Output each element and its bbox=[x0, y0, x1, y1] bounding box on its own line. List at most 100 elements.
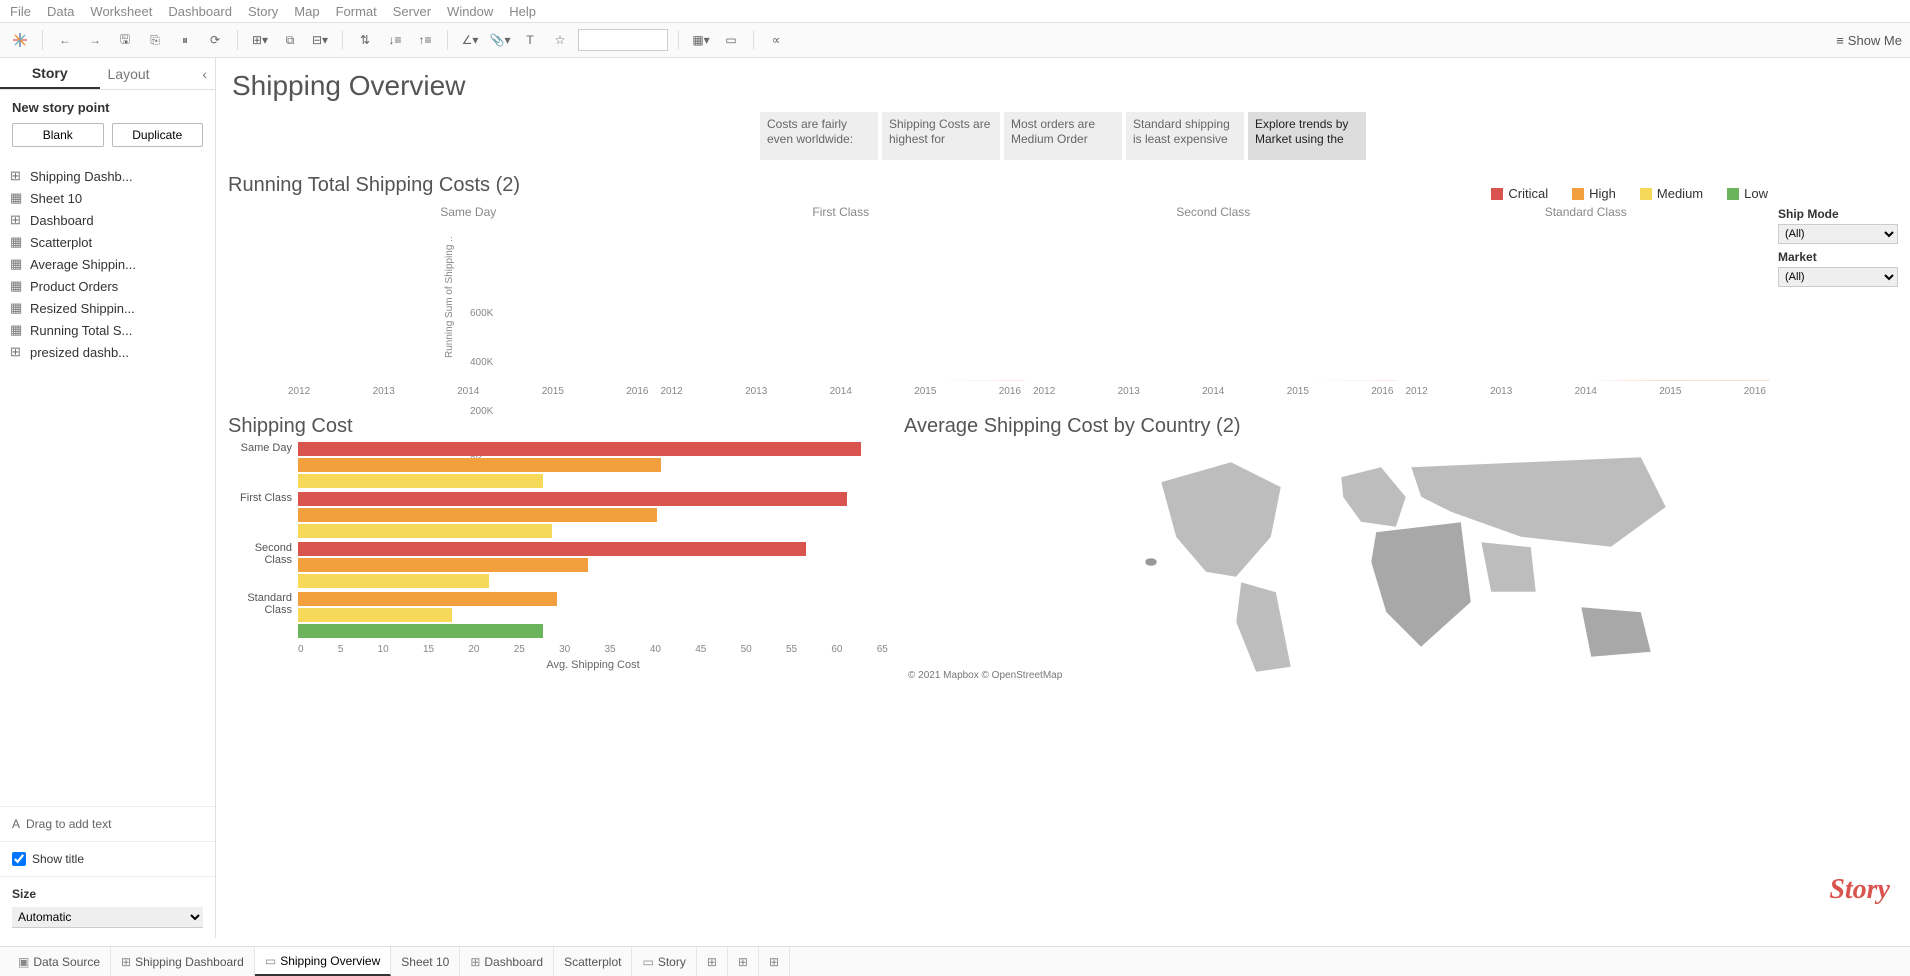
duplicate-icon[interactable]: ⧉ bbox=[278, 28, 302, 52]
tableau-logo-icon[interactable] bbox=[8, 28, 32, 52]
menu-worksheet[interactable]: Worksheet bbox=[90, 4, 152, 18]
filter-market-select[interactable]: (All) bbox=[1778, 267, 1898, 287]
bar-segment[interactable] bbox=[298, 592, 557, 606]
sidebar-item[interactable]: ▦Resized Shippin... bbox=[10, 297, 205, 319]
bar-segment[interactable] bbox=[298, 558, 588, 572]
drag-text-hint[interactable]: ADrag to add text bbox=[0, 806, 215, 841]
sidebar-item[interactable]: ⊞presized dashb... bbox=[10, 341, 205, 363]
size-label: Size bbox=[12, 887, 203, 901]
presentation-icon[interactable]: ▭ bbox=[719, 28, 743, 52]
bar-segment[interactable] bbox=[298, 524, 552, 538]
size-select[interactable]: Automatic bbox=[12, 907, 203, 928]
tab-layout[interactable]: Layout‹ bbox=[100, 58, 216, 89]
bar-segment[interactable] bbox=[298, 608, 452, 622]
text-icon[interactable]: T bbox=[518, 28, 542, 52]
sidebar-item[interactable]: ▦Product Orders bbox=[10, 275, 205, 297]
pause-icon[interactable]: ⏸ bbox=[173, 28, 197, 52]
bar-segment[interactable] bbox=[298, 492, 847, 506]
forward-icon[interactable]: → bbox=[83, 28, 107, 52]
legend-label-medium: Medium bbox=[1657, 186, 1703, 201]
sidebar-item-label: Shipping Dashb... bbox=[30, 169, 133, 184]
fit-icon[interactable]: ▦▾ bbox=[689, 28, 713, 52]
sheet-tab[interactable]: ▭Story bbox=[632, 947, 696, 976]
back-icon[interactable]: ← bbox=[53, 28, 77, 52]
sheet-tab[interactable]: Scatterplot bbox=[554, 947, 632, 976]
new-datasource-icon[interactable]: ⎘ bbox=[143, 28, 167, 52]
watermark: Story bbox=[1829, 874, 1890, 906]
save-icon[interactable]: 🖫 bbox=[113, 28, 137, 52]
tab-label: Scatterplot bbox=[564, 955, 621, 969]
running-total-chart[interactable]: Same Day20122013201420152016First Class2… bbox=[284, 205, 1770, 397]
highlight-icon[interactable]: ∠▾ bbox=[458, 28, 482, 52]
menu-window[interactable]: Window bbox=[447, 4, 493, 18]
bar-row-label: Second Class bbox=[228, 542, 298, 566]
sheet-tab[interactable]: ⊞Shipping Dashboard bbox=[111, 947, 255, 976]
menu-help[interactable]: Help bbox=[509, 4, 536, 18]
world-map[interactable] bbox=[904, 442, 1898, 682]
menu-story[interactable]: Story bbox=[248, 4, 278, 18]
legend-label-critical: Critical bbox=[1508, 186, 1548, 201]
sheet-tabs: ▣Data Source⊞Shipping Dashboard▭Shipping… bbox=[0, 946, 1910, 976]
new-worksheet-icon[interactable]: ⊞▾ bbox=[248, 28, 272, 52]
sidebar-item[interactable]: ▦Average Shippin... bbox=[10, 253, 205, 275]
legend-swatch-high bbox=[1572, 188, 1584, 200]
sidebar-item[interactable]: ▦Sheet 10 bbox=[10, 187, 205, 209]
legend-swatch-low bbox=[1727, 188, 1739, 200]
sidebar-item-label: Product Orders bbox=[30, 279, 118, 294]
new-story-button[interactable]: ⊞ bbox=[759, 947, 790, 976]
sheet-tab[interactable]: ▣Data Source bbox=[8, 947, 111, 976]
tab-label: Shipping Dashboard bbox=[135, 955, 244, 969]
tab-icon: ▣ bbox=[18, 955, 29, 969]
bar-segment[interactable] bbox=[298, 442, 861, 456]
sort-desc-icon[interactable]: ↑≡ bbox=[413, 28, 437, 52]
sheet-tab[interactable]: ⊞Dashboard bbox=[460, 947, 554, 976]
swap-icon[interactable]: ⇅ bbox=[353, 28, 377, 52]
legend-swatch-medium bbox=[1640, 188, 1652, 200]
filter-shipmode-select[interactable]: (All) bbox=[1778, 224, 1898, 244]
menu-dashboard[interactable]: Dashboard bbox=[168, 4, 232, 18]
menu-server[interactable]: Server bbox=[393, 4, 431, 18]
sidebar-item[interactable]: ▦Running Total S... bbox=[10, 319, 205, 341]
share-icon[interactable]: ∝ bbox=[764, 28, 788, 52]
sheet-tab[interactable]: ▭Shipping Overview bbox=[255, 947, 391, 976]
clear-icon[interactable]: ⊟▾ bbox=[308, 28, 332, 52]
story-point-card[interactable]: Most orders are Medium Order bbox=[1004, 112, 1122, 160]
panel-title: First Class bbox=[657, 205, 1026, 219]
new-worksheet-button[interactable]: ⊞ bbox=[697, 947, 728, 976]
story-point-card[interactable]: Explore trends by Market using the bbox=[1248, 112, 1366, 160]
story-point-card[interactable]: Standard shipping is least expensive bbox=[1126, 112, 1244, 160]
menu-bar: File Data Worksheet Dashboard Story Map … bbox=[0, 0, 1910, 22]
tab-label: Story bbox=[658, 955, 686, 969]
new-dashboard-button[interactable]: ⊞ bbox=[728, 947, 759, 976]
group-icon[interactable]: 📎▾ bbox=[488, 28, 512, 52]
bar-segment[interactable] bbox=[298, 574, 489, 588]
menu-file[interactable]: File bbox=[10, 4, 31, 18]
shipping-cost-chart[interactable]: Same DayFirst ClassSecond ClassStandard … bbox=[228, 442, 888, 640]
menu-data[interactable]: Data bbox=[47, 4, 74, 18]
sheet-icon: ▦ bbox=[10, 322, 24, 338]
show-title-checkbox[interactable] bbox=[12, 852, 26, 866]
bar-segment[interactable] bbox=[298, 458, 661, 472]
sidebar-item-label: Dashboard bbox=[30, 213, 94, 228]
search-input[interactable] bbox=[578, 29, 668, 51]
sort-asc-icon[interactable]: ↓≡ bbox=[383, 28, 407, 52]
bar-segment[interactable] bbox=[298, 474, 543, 488]
bar-row-label: Standard Class bbox=[228, 592, 298, 616]
story-point-card[interactable]: Shipping Costs are highest for bbox=[882, 112, 1000, 160]
tab-story[interactable]: Story bbox=[0, 58, 100, 89]
sidebar-item[interactable]: ▦Scatterplot bbox=[10, 231, 205, 253]
bar-segment[interactable] bbox=[298, 508, 657, 522]
story-point-card[interactable]: Costs are fairly even worldwide: bbox=[760, 112, 878, 160]
refresh-icon[interactable]: ⟳ bbox=[203, 28, 227, 52]
sidebar-item[interactable]: ⊞Dashboard bbox=[10, 209, 205, 231]
menu-map[interactable]: Map bbox=[294, 4, 319, 18]
show-me-button[interactable]: ≡ Show Me bbox=[1836, 33, 1902, 48]
menu-format[interactable]: Format bbox=[336, 4, 377, 18]
duplicate-button[interactable]: Duplicate bbox=[112, 123, 204, 147]
blank-button[interactable]: Blank bbox=[12, 123, 104, 147]
bar-segment[interactable] bbox=[298, 542, 806, 556]
sheet-tab[interactable]: Sheet 10 bbox=[391, 947, 460, 976]
sidebar-item[interactable]: ⊞Shipping Dashb... bbox=[10, 165, 205, 187]
bar-segment[interactable] bbox=[298, 624, 543, 638]
pin-icon[interactable]: ☆ bbox=[548, 28, 572, 52]
